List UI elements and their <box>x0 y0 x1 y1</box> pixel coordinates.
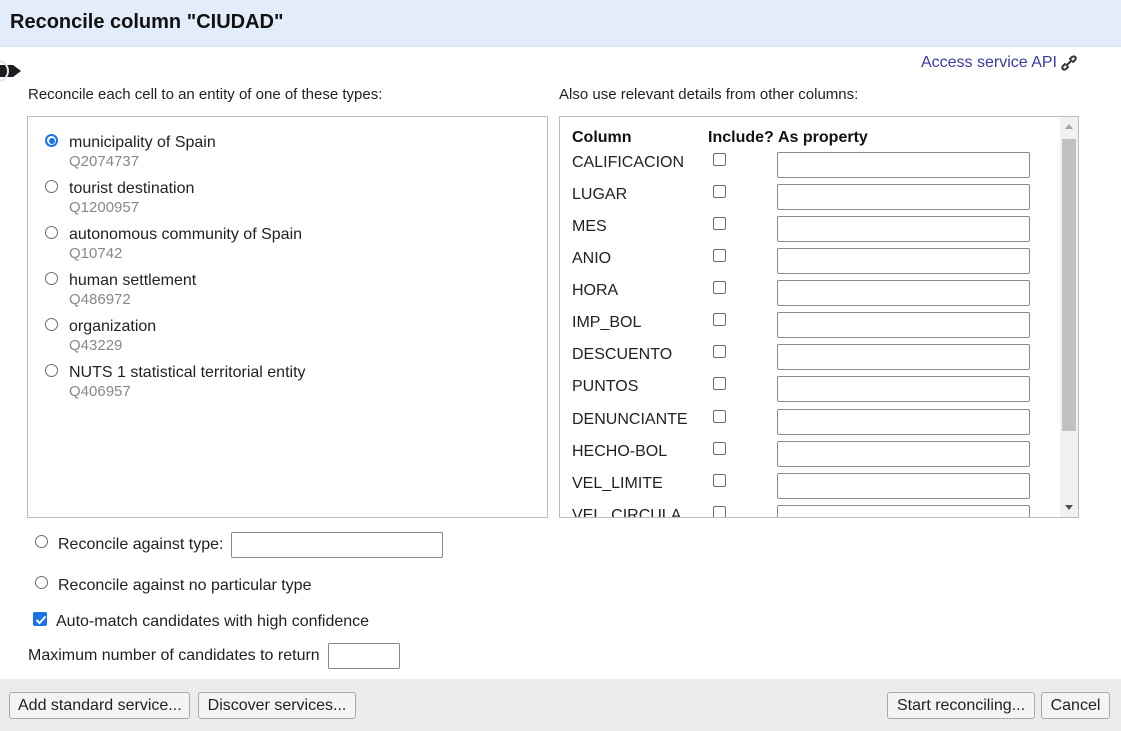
type-qid: Q1200957 <box>69 199 140 216</box>
columns-scrollbar[interactable] <box>1060 117 1078 517</box>
checkmark-icon <box>35 615 47 625</box>
type-radio[interactable] <box>45 318 58 331</box>
reconcile-no-type-label: Reconcile against no particular type <box>58 577 312 594</box>
column-name: HORA <box>572 282 619 299</box>
column-row: HORA <box>560 276 1055 308</box>
property-input[interactable] <box>777 216 1030 242</box>
types-section-label: Reconcile each cell to an entity of one … <box>28 86 383 103</box>
type-qid: Q406957 <box>69 383 131 400</box>
include-checkbox[interactable] <box>713 442 726 455</box>
include-checkbox[interactable] <box>713 377 726 390</box>
dialog-footer: Add standard service... Discover service… <box>0 679 1121 731</box>
columns-table: Column Include? As property CALIFICACION… <box>559 116 1079 518</box>
include-checkbox[interactable] <box>713 345 726 358</box>
add-standard-service-button[interactable]: Add standard service... <box>9 692 190 719</box>
type-qid: Q43229 <box>69 337 123 354</box>
column-row: PUNTOS <box>560 372 1055 404</box>
type-name: tourist destination <box>69 180 195 197</box>
column-name: IMP_BOL <box>572 314 642 331</box>
property-input[interactable] <box>777 248 1030 274</box>
reconcile-against-type-label: Reconcile against type: <box>58 536 224 553</box>
scroll-thumb[interactable] <box>1062 139 1076 431</box>
type-radio[interactable] <box>45 226 58 239</box>
type-name: autonomous community of Spain <box>69 226 303 243</box>
max-candidates-label: Maximum number of candidates to return <box>28 647 320 664</box>
include-checkbox[interactable] <box>713 474 726 487</box>
property-input[interactable] <box>777 376 1030 402</box>
column-row: DENUNCIANTE <box>560 405 1055 437</box>
column-name: DENUNCIANTE <box>572 411 688 428</box>
dialog-titlebar: Reconcile column "CIUDAD" <box>0 0 1121 47</box>
column-name: VEL_LIMITE <box>572 475 663 492</box>
column-row: IMP_BOL <box>560 308 1055 340</box>
column-name: HECHO-BOL <box>572 443 668 460</box>
column-name: PUNTOS <box>572 378 639 395</box>
include-checkbox[interactable] <box>713 185 726 198</box>
type-qid: Q486972 <box>69 291 131 308</box>
column-row: HECHO-BOL <box>560 437 1055 469</box>
type-qid: Q10742 <box>69 245 123 262</box>
column-row: VEL_CIRCULA <box>560 501 1055 518</box>
type-name: NUTS 1 statistical territorial entity <box>69 364 306 381</box>
property-input[interactable] <box>777 441 1030 467</box>
include-checkbox[interactable] <box>713 506 726 517</box>
type-radio[interactable] <box>45 272 58 285</box>
include-checkbox[interactable] <box>713 249 726 262</box>
include-checkbox[interactable] <box>713 281 726 294</box>
tag-icon[interactable] <box>0 58 22 84</box>
column-header: Column <box>572 129 632 146</box>
include-header: Include? <box>708 129 774 146</box>
auto-match-checkbox[interactable] <box>33 612 47 626</box>
type-name: municipality of Spain <box>69 134 216 151</box>
column-name: ANIO <box>572 250 612 267</box>
property-input[interactable] <box>777 505 1030 517</box>
link-icon <box>1061 55 1077 71</box>
property-input[interactable] <box>777 152 1030 178</box>
column-name: CALIFICACION <box>572 154 685 171</box>
property-input[interactable] <box>777 473 1030 499</box>
reconcile-against-type-radio[interactable] <box>35 535 48 548</box>
type-name: organization <box>69 318 157 335</box>
property-input[interactable] <box>777 184 1030 210</box>
start-reconciling-button[interactable]: Start reconciling... <box>887 692 1035 719</box>
access-service-api-link[interactable]: Access service API <box>921 54 1057 72</box>
include-checkbox[interactable] <box>713 153 726 166</box>
column-name: VEL_CIRCULA <box>572 507 682 518</box>
columns-section-label: Also use relevant details from other col… <box>559 86 859 103</box>
column-row: CALIFICACION <box>560 148 1055 180</box>
type-radio[interactable] <box>45 180 58 193</box>
property-input[interactable] <box>777 409 1030 435</box>
column-row: MES <box>560 212 1055 244</box>
dialog-title: Reconcile column "CIUDAD" <box>10 11 284 33</box>
types-list: municipality of Spain Q2074737 tourist d… <box>27 116 548 518</box>
property-input[interactable] <box>777 312 1030 338</box>
cancel-button[interactable]: Cancel <box>1041 692 1110 719</box>
scroll-up-arrow-icon[interactable] <box>1065 124 1073 129</box>
column-name: DESCUENTO <box>572 346 673 363</box>
type-radio[interactable] <box>45 364 58 377</box>
auto-match-label: Auto-match candidates with high confiden… <box>56 613 370 630</box>
column-row: DESCUENTO <box>560 340 1055 372</box>
include-checkbox[interactable] <box>713 313 726 326</box>
type-radio[interactable] <box>45 134 58 147</box>
column-row: VEL_LIMITE <box>560 469 1055 501</box>
reconcile-no-type-radio[interactable] <box>35 576 48 589</box>
against-type-input[interactable] <box>231 532 443 558</box>
column-name: MES <box>572 218 607 235</box>
column-row: LUGAR <box>560 180 1055 212</box>
type-name: human settlement <box>69 272 197 289</box>
property-input[interactable] <box>777 280 1030 306</box>
column-row: ANIO <box>560 244 1055 276</box>
column-name: LUGAR <box>572 186 628 203</box>
max-candidates-input[interactable] <box>328 643 400 669</box>
scroll-down-arrow-icon[interactable] <box>1065 505 1073 510</box>
include-checkbox[interactable] <box>713 410 726 423</box>
property-input[interactable] <box>777 344 1030 370</box>
include-checkbox[interactable] <box>713 217 726 230</box>
type-qid: Q2074737 <box>69 153 140 170</box>
discover-services-button[interactable]: Discover services... <box>198 692 356 719</box>
as-property-header: As property <box>778 129 868 146</box>
